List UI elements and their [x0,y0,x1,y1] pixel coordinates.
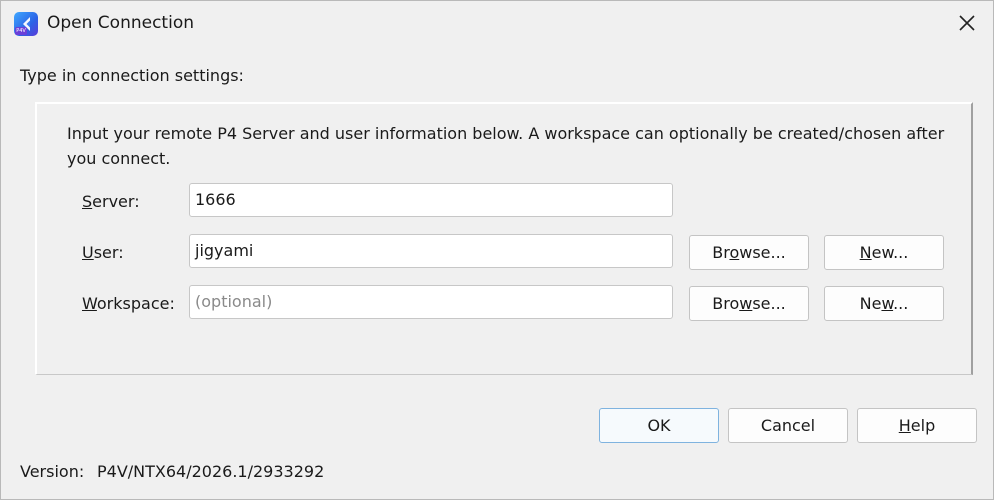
help-button[interactable]: Help [857,408,977,443]
open-connection-dialog: P4V Open Connection Type in connection s… [0,0,994,500]
p4v-app-icon: P4V [14,12,38,36]
cancel-button[interactable]: Cancel [728,408,848,443]
ok-button[interactable]: OK [599,408,719,443]
close-icon [959,15,975,31]
workspace-label: Workspace: [82,294,175,313]
close-button[interactable] [955,11,979,35]
workspace-browse-button[interactable]: Browse... [689,286,809,321]
user-label: User: [82,243,124,262]
version-label: Version: [20,462,85,481]
window-title: Open Connection [47,13,194,33]
user-browse-button[interactable]: Browse... [689,235,809,270]
app-icon-badge: P4V [15,27,27,35]
settings-prompt: Type in connection settings: [20,66,244,85]
workspace-input[interactable]: (optional) [189,285,673,319]
user-new-button[interactable]: New... [824,235,944,270]
info-text: Input your remote P4 Server and user inf… [67,124,945,168]
user-input[interactable]: jigyami [189,234,673,268]
title-bar: P4V Open Connection [1,1,993,45]
workspace-new-button[interactable]: New... [824,286,944,321]
server-input[interactable]: 1666 [189,183,673,217]
version-value: P4V/NTX64/2026.1/2933292 [97,462,325,481]
server-label: Server: [82,192,140,211]
